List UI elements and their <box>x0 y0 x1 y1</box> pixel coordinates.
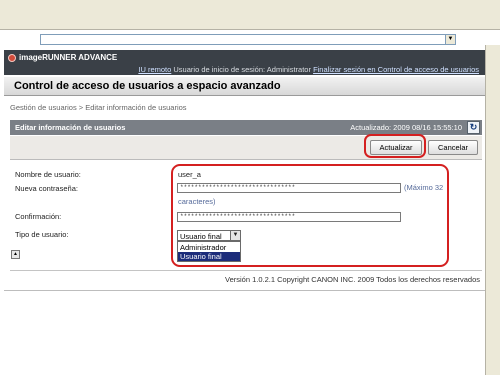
page-top-icon[interactable]: ▲ <box>11 250 20 259</box>
scrollbar[interactable] <box>485 45 500 375</box>
confirm-label: Confirmación: <box>15 212 62 221</box>
chevron-down-icon[interactable]: ▼ <box>445 35 455 44</box>
user-type-label: Tipo de usuario: <box>15 230 69 239</box>
logout-link[interactable]: Finalizar sesión en Control de acceso de… <box>313 65 479 74</box>
brand-logo: imageRUNNER ADVANCE <box>8 53 117 62</box>
username-label: Nombre de usuario: <box>15 170 81 179</box>
highlight-form-fields <box>171 164 449 267</box>
page-title: Control de acceso de usuarios a espacio … <box>14 80 281 92</box>
address-dropdown[interactable]: ▼ <box>40 34 456 45</box>
refresh-icon[interactable]: ↻ <box>467 121 480 134</box>
remote-ui-link[interactable]: IU remoto <box>138 65 171 74</box>
divider <box>10 270 482 271</box>
product-name: imageRUNNER ADVANCE <box>19 53 118 62</box>
updated-timestamp: Actualizado: 2009 08/16 15:55:10 <box>350 123 462 132</box>
login-user-text: Usuario de inicio de sesión: Administrat… <box>173 65 311 74</box>
breadcrumb: Gestión de usuarios > Editar información… <box>10 103 187 112</box>
logo-icon <box>8 53 16 62</box>
brand-header: imageRUNNER ADVANCE IU remoto Usuario de… <box>4 50 485 75</box>
highlight-update-button <box>364 134 426 158</box>
panel-title: Editar información de usuarios <box>15 123 126 132</box>
divider <box>4 290 485 291</box>
panel-header: Editar información de usuarios Actualiza… <box>10 120 482 135</box>
footer-copyright: Versión 1.0.2.1 Copyright CANON INC. 200… <box>225 275 480 284</box>
cancel-button[interactable]: Cancelar <box>428 140 478 155</box>
header-links: IU remoto Usuario de inicio de sesión: A… <box>138 65 479 74</box>
new-password-label: Nueva contraseña: <box>15 184 78 193</box>
title-bar: Control de acceso de usuarios a espacio … <box>4 76 485 96</box>
browser-toolbar <box>0 0 500 30</box>
